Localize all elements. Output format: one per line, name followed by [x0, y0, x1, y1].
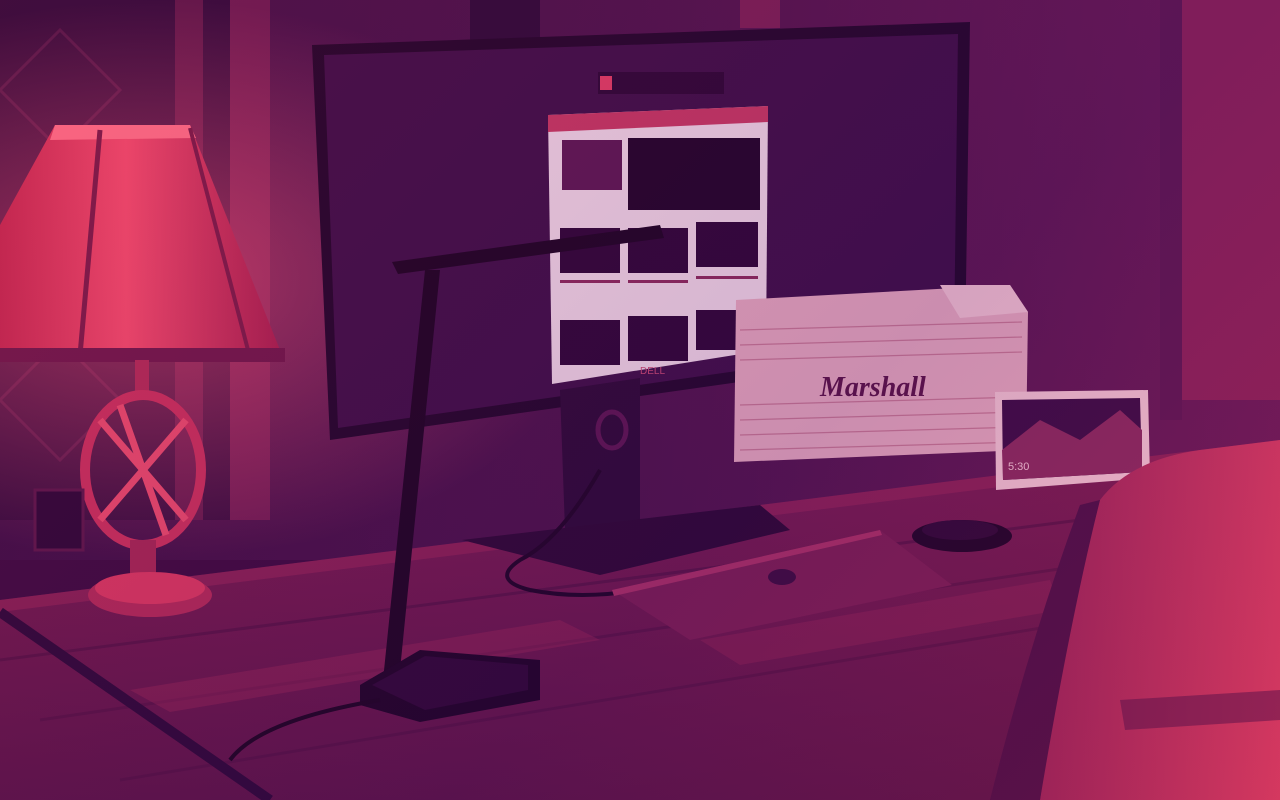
- photo-scene: DELL Marshall 5:30: [0, 0, 1280, 800]
- monitor-brand: DELL: [640, 366, 665, 377]
- wall-outlet: [33, 488, 85, 552]
- mouse: [912, 520, 1012, 552]
- apple-logo-icon: [768, 569, 796, 585]
- smart-display: 5:30: [995, 390, 1150, 490]
- display-time: 5:30: [1008, 461, 1029, 473]
- marshall-speaker: Marshall: [734, 285, 1028, 462]
- speaker-brand: Marshall: [819, 372, 926, 403]
- desk-setup-photo: DELL Marshall 5:30: [0, 0, 1280, 800]
